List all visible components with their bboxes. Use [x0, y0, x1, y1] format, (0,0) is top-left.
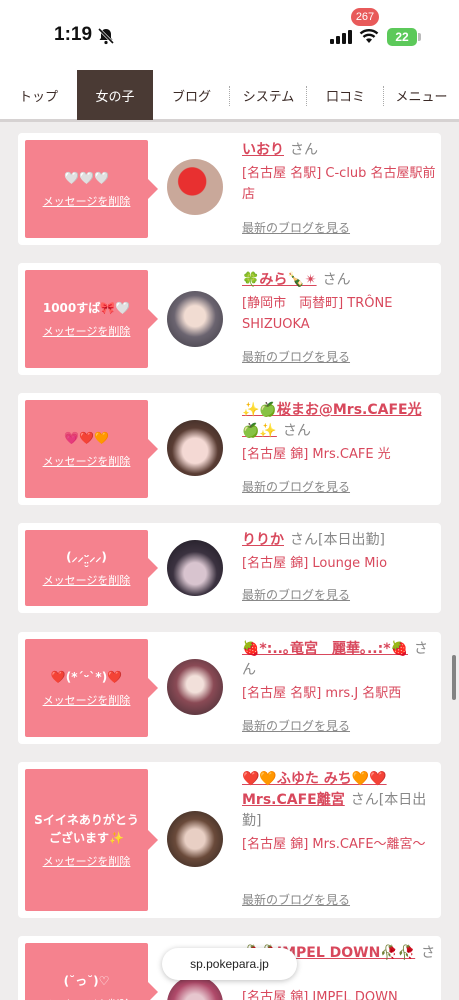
shop-link[interactable]: [名古屋 錦] Mrs.CAFE〜離宮〜 [242, 834, 436, 855]
latest-blog-link[interactable]: 最新のブログを見る [242, 891, 350, 908]
review-count-badge: 267 [351, 8, 379, 26]
message-box: (⸝⸝ᵕ̤̮⸝⸝) メッセージを削除 [25, 530, 158, 606]
tab-girls[interactable]: 女の子 [77, 70, 153, 120]
message-text: Sイイネありがとうございます✨ [34, 813, 139, 845]
message-text: (˘っ˘)♡ [63, 974, 110, 988]
honorific: さん [290, 142, 318, 158]
delete-message-link[interactable]: メッセージを削除 [43, 692, 131, 708]
url-host: sp.pokepara.jp [190, 957, 269, 971]
tab-girls-label: 女の子 [95, 89, 135, 105]
honorific: さん [322, 272, 351, 288]
message-text: ❤️(*ˊᵕˋ*)❤️ [50, 670, 123, 684]
message-card: (⸝⸝ᵕ̤̮⸝⸝) メッセージを削除 りりか さん[本日出勤] [名古屋 錦] L… [18, 523, 441, 613]
shop-link[interactable]: [名古屋 錦] Lounge Mio [242, 553, 436, 574]
delete-message-link[interactable]: メッセージを削除 [43, 996, 131, 1000]
message-box: (˘っ˘)♡ メッセージを削除 [25, 943, 158, 1000]
cellular-signal-icon [330, 30, 352, 44]
tab-top[interactable]: トップ [0, 70, 77, 120]
status-bar: 1:19 22 [0, 0, 459, 70]
tab-system[interactable]: システム [230, 70, 307, 120]
message-text: 🤍🤍🤍 [64, 171, 109, 185]
message-text: (⸝⸝ᵕ̤̮⸝⸝) [66, 550, 107, 564]
girl-info: ✨🍏桜まお@Mrs.CAFE光🍏✨ さん [名古屋 錦] Mrs.CAFE 光 [242, 400, 436, 465]
avatar[interactable] [167, 291, 223, 347]
girl-info: いおり さん [名古屋 名駅] C-club 名古屋駅前店 [242, 140, 436, 205]
message-card: 💗❤️🧡 メッセージを削除 ✨🍏桜まお@Mrs.CAFE光🍏✨ さん [名古屋 錦… [18, 393, 441, 505]
girl-name-link[interactable]: りりか [242, 532, 284, 548]
tab-reviews-label: 口コミ [325, 89, 365, 105]
status-time: 1:19 [54, 24, 93, 45]
shop-link[interactable]: [名古屋 名駅] C-club 名古屋駅前店 [242, 163, 436, 205]
latest-blog-link[interactable]: 最新のブログを見る [242, 586, 350, 603]
message-card: Sイイネありがとうございます✨ メッセージを削除 ❤️🧡ふゆた みち🧡❤️ Mr… [18, 762, 441, 918]
delete-message-link[interactable]: メッセージを削除 [43, 323, 131, 339]
girl-info: ❤️🧡ふゆた みち🧡❤️ Mrs.CAFE離宮 さん[本日出勤] [名古屋 錦] … [242, 769, 436, 855]
tab-system-label: システム [242, 89, 295, 105]
shop-link[interactable]: [名古屋 錦] IMPEL DOWN [242, 987, 436, 1000]
wifi-icon [359, 29, 379, 43]
message-text: 💗❤️🧡 [64, 431, 109, 445]
message-box: 1000すば🎀🤍 メッセージを削除 [25, 270, 158, 368]
delete-message-link[interactable]: メッセージを削除 [43, 193, 131, 209]
latest-blog-link[interactable]: 最新のブログを見る [242, 219, 350, 236]
message-card: 1000すば🎀🤍 メッセージを削除 🍀みら🍾✴ さん [静岡市 両替町] TRÔN… [18, 263, 441, 375]
battery-tip [418, 33, 421, 41]
honorific: さん[本日出勤] [290, 532, 385, 548]
message-card: 🤍🤍🤍 メッセージを削除 いおり さん [名古屋 名駅] C-club 名古屋駅前… [18, 133, 441, 245]
delete-message-link[interactable]: メッセージを削除 [43, 572, 131, 588]
scrollbar-thumb[interactable] [452, 655, 456, 700]
bell-muted-icon [97, 27, 115, 45]
latest-blog-link[interactable]: 最新のブログを見る [242, 348, 350, 365]
avatar[interactable] [167, 659, 223, 715]
girl-name-link[interactable]: 🍓*:..｡竜宮 麗華｡..:*🍓 [242, 641, 408, 657]
girl-info: 🍀みら🍾✴ さん [静岡市 両替町] TRÔNE SHIZUOKA [242, 270, 436, 335]
main-nav: トップ 女の子 ブログ システム 口コミ メニュー [0, 70, 459, 122]
tab-menu-label: メニュー [395, 89, 448, 105]
shop-link[interactable]: [名古屋 錦] Mrs.CAFE 光 [242, 444, 436, 465]
tab-menu[interactable]: メニュー [384, 70, 459, 120]
message-box: 💗❤️🧡 メッセージを削除 [25, 400, 158, 498]
message-text: 1000すば🎀🤍 [42, 301, 131, 315]
message-box: ❤️(*ˊᵕˋ*)❤️ メッセージを削除 [25, 639, 158, 737]
avatar[interactable] [167, 420, 223, 476]
shop-link[interactable]: [静岡市 両替町] TRÔNE SHIZUOKA [242, 293, 436, 335]
message-box: 🤍🤍🤍 メッセージを削除 [25, 140, 158, 238]
latest-blog-link[interactable]: 最新のブログを見る [242, 717, 350, 734]
shop-link[interactable]: [名古屋 名駅] mrs.J 名駅西 [242, 683, 436, 704]
latest-blog-link[interactable]: 最新のブログを見る [242, 478, 350, 495]
girl-info: りりか さん[本日出勤] [名古屋 錦] Lounge Mio [242, 530, 436, 574]
girl-name-link[interactable]: ✨🍏桜まお@Mrs.CAFE光🍏✨ [242, 402, 422, 439]
tab-reviews[interactable]: 口コミ [307, 70, 384, 120]
avatar[interactable] [167, 811, 223, 867]
avatar[interactable] [167, 540, 223, 596]
honorific: さん [282, 423, 311, 439]
girl-name-link[interactable]: 🍀みら🍾✴ [242, 272, 317, 288]
girl-info: 🍓*:..｡竜宮 麗華｡..:*🍓 さん [名古屋 名駅] mrs.J 名駅西 [242, 639, 436, 704]
avatar[interactable] [167, 159, 223, 215]
delete-message-link[interactable]: メッセージを削除 [43, 453, 131, 469]
tab-top-label: トップ [18, 89, 58, 105]
tab-blog[interactable]: ブログ [153, 70, 230, 120]
url-bar[interactable]: sp.pokepara.jp [162, 948, 297, 980]
message-card: ❤️(*ˊᵕˋ*)❤️ メッセージを削除 🍓*:..｡竜宮 麗華｡..:*🍓 さん… [18, 632, 441, 744]
delete-message-link[interactable]: メッセージを削除 [43, 853, 131, 869]
girl-name-link[interactable]: いおり [242, 142, 284, 158]
message-box: Sイイネありがとうございます✨ メッセージを削除 [25, 769, 158, 911]
tab-blog-label: ブログ [171, 89, 211, 105]
battery-level: 22 [387, 28, 417, 46]
